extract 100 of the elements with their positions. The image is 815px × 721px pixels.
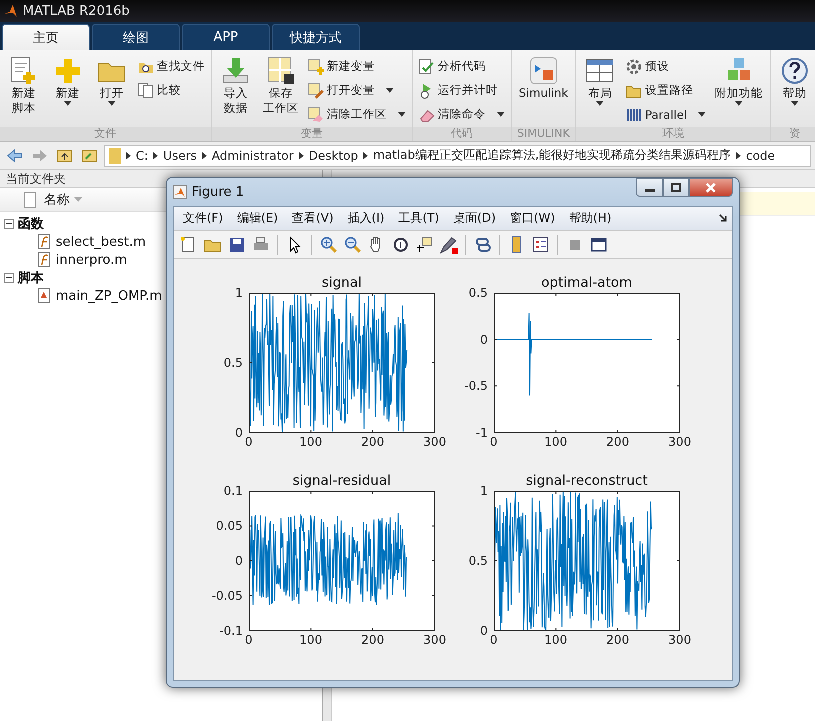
ribbon-button[interactable]: 新建 脚本 — [4, 54, 44, 127]
ribbon-button[interactable]: 附加功能 — [712, 54, 766, 127]
sort-caret-icon — [74, 197, 83, 202]
ribbon-button[interactable]: 分析代码 — [417, 56, 507, 77]
ribbon-button[interactable]: 预设 — [624, 56, 708, 77]
save-icon — [228, 236, 246, 254]
path-segment[interactable]: C: — [136, 148, 148, 162]
ribbon-tab[interactable]: 绘图 — [92, 24, 180, 50]
maximize-icon — [671, 183, 681, 192]
bars-icon — [626, 106, 642, 122]
tick-label: 1 — [235, 286, 243, 300]
ribbon-tab[interactable]: APP — [182, 24, 270, 50]
script-file-icon — [36, 288, 52, 304]
ribbon-button[interactable]: 保存 工作区 — [260, 54, 302, 127]
brush-icon — [440, 236, 458, 254]
tick-label: 200 — [362, 435, 384, 449]
new-file-icon — [180, 236, 198, 254]
tree-group-label[interactable]: 脚本 — [18, 269, 44, 287]
ribbon-button[interactable]: Parallel — [624, 104, 708, 125]
menu-item[interactable]: 编辑(E) — [230, 210, 286, 227]
group-label: 变量 — [212, 127, 412, 141]
file-name[interactable]: main_ZP_OMP.m — [56, 288, 162, 304]
tick-label: 0 — [235, 554, 243, 568]
path-segment[interactable]: Users — [163, 148, 198, 162]
menu-item[interactable]: 帮助(H) — [562, 210, 619, 227]
chevron-right-icon — [153, 152, 158, 160]
chevron-right-icon — [202, 152, 208, 160]
ribbon-button[interactable]: 运行并计时 — [417, 80, 507, 101]
plot-title: signal — [321, 275, 363, 291]
ribbon-tab[interactable]: 主页 — [2, 24, 90, 50]
plot-title: signal-reconstruct — [525, 473, 649, 489]
menu-item[interactable]: 桌面(D) — [446, 210, 504, 227]
ribbon-button[interactable]: 导入 数据 — [216, 54, 256, 127]
tick-label: 0.1 — [224, 484, 243, 498]
menu-item[interactable]: 查看(V) — [285, 210, 341, 227]
menu-item[interactable]: 插入(I) — [340, 210, 392, 227]
ribbon-button[interactable]: 比较 — [136, 80, 207, 101]
tick-label: 300 — [668, 435, 692, 449]
path-segment[interactable]: Administrator — [212, 148, 294, 162]
link-icon — [474, 236, 492, 254]
maximize-button[interactable] — [663, 178, 689, 197]
file-name[interactable]: select_best.m — [56, 234, 146, 250]
ribbon-button[interactable]: 查找文件 — [136, 56, 207, 77]
ribbon-button[interactable]: 打开变量 — [306, 80, 408, 101]
ribbon-button[interactable]: 新建变量 — [306, 56, 408, 77]
zoom-in-icon — [320, 236, 338, 254]
function-file-icon — [36, 252, 52, 268]
menu-item[interactable]: 工具(T) — [392, 210, 446, 227]
tick-label: -0.5 — [464, 379, 488, 394]
legend-icon — [532, 236, 550, 254]
tick-label: -0.05 — [212, 589, 243, 603]
path-segment[interactable]: Desktop — [308, 148, 358, 162]
expander-icon[interactable] — [4, 219, 14, 229]
tick-label: 200 — [606, 435, 630, 449]
ribbon-button[interactable]: 帮助 — [775, 54, 815, 127]
arrow-right-drawing — [32, 148, 48, 162]
chevron-right-icon — [126, 152, 131, 160]
chevron-right-icon — [298, 152, 304, 160]
grid-save-icon — [266, 56, 296, 86]
ribbon-button[interactable]: Simulink — [516, 54, 572, 127]
ribbon-button[interactable]: 清除工作区 — [306, 104, 408, 125]
eraser-icon — [308, 106, 324, 122]
expander-icon[interactable] — [4, 273, 14, 283]
tick-label: 300 — [424, 633, 446, 647]
ribbon-button[interactable]: 设置路径 — [624, 80, 708, 101]
grid-pencil-icon — [308, 82, 324, 98]
path-segment[interactable]: matlab编程正交匹配追踪算法,能很好地实现稀疏分类结果源码程序 — [373, 147, 732, 164]
ribbon-button[interactable]: 新建 — [48, 54, 88, 127]
chevron-right-icon — [736, 152, 742, 160]
tick-label: 1 — [480, 484, 488, 498]
ribbon-button[interactable]: 布局 — [580, 54, 620, 127]
folder-up-drawing — [56, 148, 72, 162]
tick-label: 0.5 — [468, 286, 488, 300]
name-column-button[interactable]: 名称 — [44, 190, 83, 208]
document-icon — [24, 192, 36, 208]
tree-group-label[interactable]: 函数 — [18, 215, 44, 233]
tick-label: 100 — [300, 633, 322, 647]
dock-arrow-icon — [719, 214, 728, 223]
plot-title: optimal-atom — [540, 275, 634, 291]
window-title: MATLAB R2016b — [23, 4, 130, 18]
tick-label: 100 — [300, 435, 322, 449]
tick-label: 0 — [480, 624, 488, 638]
rotate-icon — [392, 236, 410, 254]
menu-item[interactable]: 文件(F) — [176, 210, 230, 227]
gear-icon — [626, 58, 642, 74]
file-name[interactable]: innerpro.m — [56, 252, 128, 268]
ribbon-button[interactable]: 打开 — [92, 54, 132, 127]
ribbon-button[interactable]: 清除命令 — [417, 104, 507, 125]
ribbon-tab[interactable]: 快捷方式 — [272, 24, 360, 50]
path-field[interactable]: C: Users Administrator Desktop matlab编程正交匹配追踪算法,能很好地实现稀疏分类结果源码程序 code — [104, 144, 811, 166]
menu-item[interactable]: 窗口(W) — [503, 210, 562, 227]
tick-label: 0 — [490, 633, 498, 647]
path-segment[interactable]: code — [746, 148, 776, 162]
minimize-button[interactable] — [636, 178, 663, 197]
minus-box-drawing — [4, 219, 14, 229]
app-logo-icon — [4, 4, 18, 18]
group-label: 文件 — [0, 127, 211, 141]
tick-label: 0.05 — [216, 519, 243, 533]
close-button[interactable] — [689, 178, 733, 197]
chevron-right-icon — [363, 152, 368, 160]
